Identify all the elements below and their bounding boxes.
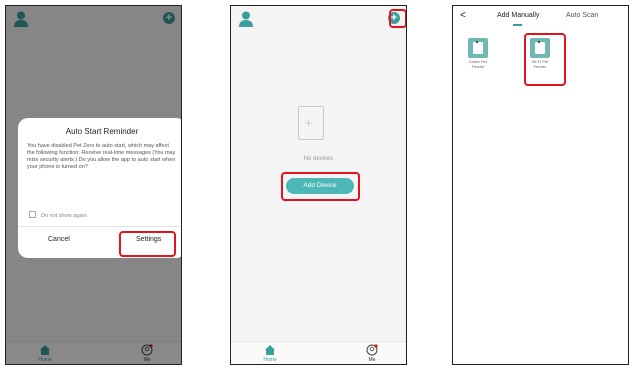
bottom-tab-bar: Home Me (231, 341, 406, 364)
tab-home[interactable]: Home (250, 344, 290, 363)
tab-me[interactable]: Me (352, 344, 392, 363)
device-label: Smart Pet Feeder (469, 59, 487, 69)
top-bar: + (231, 6, 406, 32)
device-smart-pet-feeder[interactable]: Smart Pet Feeder (465, 38, 491, 69)
phone-screen-1: + Home Me Auto Start Reminder You have d… (5, 5, 182, 365)
plus-highlight (389, 9, 406, 28)
checkbox-box[interactable] (29, 211, 36, 218)
active-tab-underline (513, 24, 522, 26)
me-icon (366, 344, 378, 356)
phone-screen-3: < Add Manually Auto Scan Smart Pet Feede… (452, 5, 629, 365)
empty-document-icon: + (298, 106, 324, 140)
dialog-divider (18, 226, 181, 227)
dialog-body: You have disabled Pet Zero to auto start… (27, 143, 176, 170)
settings-highlight (119, 231, 176, 257)
home-icon (265, 345, 275, 355)
back-chevron-icon[interactable]: < (460, 10, 466, 21)
no-devices-text: No devices (303, 156, 334, 162)
checkbox-label: Do not show again. (41, 213, 89, 219)
tab-home-label: Home (263, 357, 277, 363)
pet-feeder-icon (468, 38, 488, 58)
user-avatar-icon[interactable] (239, 11, 253, 27)
cancel-button[interactable]: Cancel (48, 236, 70, 243)
wifi-feeder-highlight (524, 33, 566, 86)
dialog-title: Auto Start Reminder (65, 127, 139, 136)
phone-screen-2: + + No devices Add Device Home Me (230, 5, 407, 365)
tab-auto-scan[interactable]: Auto Scan (566, 12, 598, 19)
tab-me-label: Me (368, 357, 376, 363)
add-device-highlight (281, 172, 360, 201)
tab-add-manually[interactable]: Add Manually (497, 12, 539, 19)
do-not-show-checkbox[interactable]: Do not show again. (29, 211, 88, 219)
